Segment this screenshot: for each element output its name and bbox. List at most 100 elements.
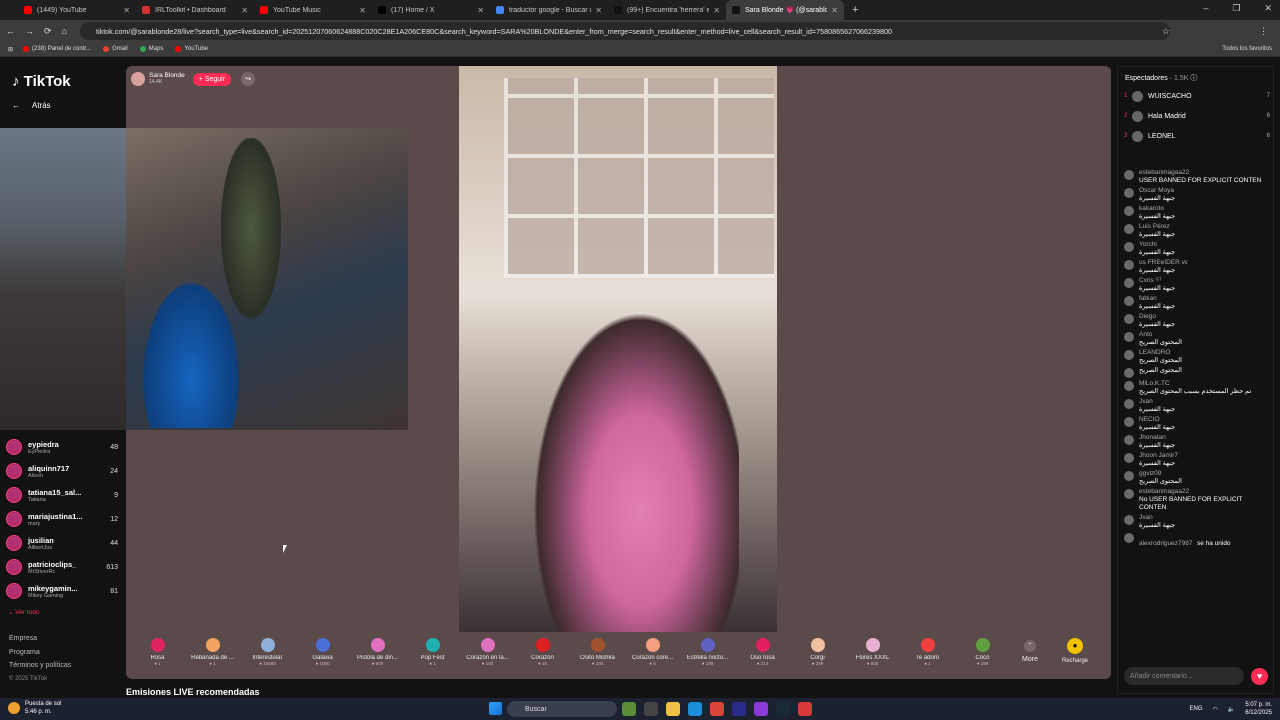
- avatar[interactable]: [1124, 471, 1134, 481]
- avatar[interactable]: [1124, 278, 1134, 288]
- avatar[interactable]: [1124, 224, 1134, 234]
- home-icon[interactable]: ⌂: [62, 26, 67, 36]
- chat-username[interactable]: Luis Pérez: [1139, 223, 1269, 231]
- app-icon[interactable]: [622, 702, 636, 716]
- followed-account[interactable]: mariajustina1... mary 12: [6, 507, 118, 531]
- avatar[interactable]: [1124, 314, 1134, 324]
- footer-program[interactable]: Programa: [9, 646, 71, 660]
- chat-username[interactable]: Jxan: [1139, 514, 1269, 522]
- gift-item[interactable]: Oso rosa ● 214: [735, 632, 790, 666]
- chat-username[interactable]: Anto: [1139, 331, 1269, 339]
- chat-username[interactable]: estebanmagaa22: [1139, 169, 1269, 177]
- avatar[interactable]: [1124, 453, 1134, 463]
- browser-tab[interactable]: YouTube Music ✕: [254, 0, 372, 20]
- gift-item[interactable]: Te adoro ● 1: [900, 632, 955, 666]
- browser-tab[interactable]: (1449) YouTube ✕: [18, 0, 136, 20]
- back-link[interactable]: ← Atrás: [12, 101, 51, 110]
- app-icon[interactable]: [754, 702, 768, 716]
- footer-company[interactable]: Empresa: [9, 632, 71, 646]
- avatar[interactable]: [1124, 381, 1134, 391]
- reload-icon[interactable]: ⟳: [44, 26, 52, 37]
- gift-item[interactable]: Coco ● 199: [955, 632, 1010, 666]
- more-gifts-button[interactable]: ⌃ More: [1010, 632, 1050, 663]
- avatar[interactable]: [1124, 515, 1134, 525]
- close-tab-icon[interactable]: ✕: [595, 6, 602, 15]
- chat-username[interactable]: us FREeIDER vε: [1139, 259, 1269, 267]
- recharge-button[interactable]: ● Recharge: [1050, 632, 1100, 664]
- chat-username[interactable]: Jhonatan: [1139, 434, 1269, 442]
- host-avatar[interactable]: [131, 72, 145, 86]
- gift-item[interactable]: Pistola de din... ● 500: [350, 632, 405, 666]
- all-bookmarks[interactable]: Todos los favoritos: [1222, 46, 1272, 52]
- avatar[interactable]: [1124, 399, 1134, 409]
- footer-terms[interactable]: Términos y políticas: [9, 659, 71, 673]
- menu-icon[interactable]: ⋮: [1259, 26, 1268, 37]
- gift-item[interactable]: Osito Mishka ● 100: [570, 632, 625, 666]
- followed-account[interactable]: mikeygamin... Mikey Gaming 81: [6, 579, 118, 603]
- close-tab-icon[interactable]: ✕: [477, 6, 484, 15]
- close-tab-icon[interactable]: ✕: [831, 6, 838, 15]
- back-icon[interactable]: ←: [6, 26, 15, 36]
- browser-tab[interactable]: (17) Home / X ✕: [372, 0, 490, 20]
- gift-item[interactable]: Corgi ● 299: [790, 632, 845, 666]
- apps-icon[interactable]: ⊞: [8, 46, 13, 53]
- gift-item[interactable]: Galaxia ● 1000: [295, 632, 350, 666]
- chat-username[interactable]: NECIO: [1139, 416, 1269, 424]
- chat-username[interactable]: kakaroto: [1139, 205, 1269, 213]
- edge-icon[interactable]: [688, 702, 702, 716]
- gift-item[interactable]: Corazón core... ● 5: [625, 632, 680, 666]
- avatar[interactable]: [1124, 417, 1134, 427]
- avatar[interactable]: [1124, 188, 1134, 198]
- followed-account[interactable]: eypiedra EyPiedra 48: [6, 435, 118, 459]
- top-viewer-row[interactable]: 1 WUISCACHO 7: [1124, 86, 1270, 106]
- followed-account[interactable]: tatiana15_sal... Tatiana 9: [6, 483, 118, 507]
- browser-tab[interactable]: IRLToolkit • Dashboard ✕: [136, 0, 254, 20]
- followed-account[interactable]: aliquinn717 Alison 24: [6, 459, 118, 483]
- weather-widget[interactable]: Puesta de sol 5:46 p. m.: [8, 700, 61, 716]
- new-tab-button[interactable]: +: [852, 4, 858, 16]
- maximize-icon[interactable]: ❐: [1232, 3, 1240, 14]
- bookmark-item[interactable]: (238) Panel de contr...: [23, 46, 91, 52]
- chat-username[interactable]: fabian: [1139, 295, 1269, 303]
- browser-tab[interactable]: (99+) Encuentra 'herrera' en Tik✕: [608, 0, 726, 20]
- gift-item[interactable]: Pop Fest ● 1: [405, 632, 460, 666]
- chat-username[interactable]: Jhoon Jamir7: [1139, 452, 1269, 460]
- close-tab-icon[interactable]: ✕: [713, 6, 720, 15]
- forward-icon[interactable]: →: [25, 26, 34, 36]
- taskbar-search[interactable]: Buscar: [507, 701, 617, 717]
- chat-username[interactable]: Yorchi: [1139, 241, 1269, 249]
- chat-username[interactable]: MiLo.K.TC: [1139, 380, 1269, 388]
- host-name[interactable]: Sara Blonde: [149, 72, 185, 79]
- comment-input[interactable]: Añadir comentario...: [1124, 667, 1244, 685]
- app-icon[interactable]: [644, 702, 658, 716]
- avatar[interactable]: [1124, 350, 1134, 360]
- gift-item[interactable]: Flores XXXL ● 500: [845, 632, 900, 666]
- avatar[interactable]: [1124, 296, 1134, 306]
- avatar[interactable]: [1124, 489, 1134, 499]
- bookmark-item[interactable]: YouTube: [175, 46, 208, 52]
- bookmark-item[interactable]: Maps: [139, 46, 163, 52]
- chat-username[interactable]: LEANDRO: [1139, 349, 1269, 357]
- lang-indicator[interactable]: ENG: [1190, 706, 1203, 712]
- chat-username[interactable]: Diego: [1139, 313, 1269, 321]
- minimize-icon[interactable]: –: [1203, 3, 1208, 14]
- preview-video[interactable]: [0, 128, 126, 430]
- chat-username[interactable]: Jxan: [1139, 398, 1269, 406]
- steam-icon[interactable]: [776, 702, 790, 716]
- close-tab-icon[interactable]: ✕: [241, 6, 248, 15]
- gift-item[interactable]: Corazón ● 10: [515, 632, 570, 666]
- avatar[interactable]: [1124, 368, 1134, 378]
- url-input[interactable]: tiktok.com/@sarablonde28/live?search_typ…: [80, 22, 1170, 40]
- follow-button[interactable]: + Seguir: [192, 72, 232, 86]
- chat-username[interactable]: estebanmagaa22: [1139, 488, 1269, 496]
- heart-icon[interactable]: ♥: [1251, 668, 1268, 685]
- share-icon[interactable]: ↪: [241, 72, 256, 86]
- star-icon[interactable]: ☆: [1162, 26, 1170, 37]
- followed-account[interactable]: patricioclips_ MrStiverRc 613: [6, 555, 118, 579]
- clock[interactable]: 5:07 p. m. 6/12/2025: [1245, 701, 1272, 717]
- browser-tab[interactable]: Sara Blonde 💗 (@sarablo ✕: [726, 0, 844, 20]
- followed-account[interactable]: jusilian AllbertJus 44: [6, 531, 118, 555]
- avatar[interactable]: [1124, 170, 1134, 180]
- app-icon[interactable]: [732, 702, 746, 716]
- gift-item[interactable]: Estrella noctu... ● 199: [680, 632, 735, 666]
